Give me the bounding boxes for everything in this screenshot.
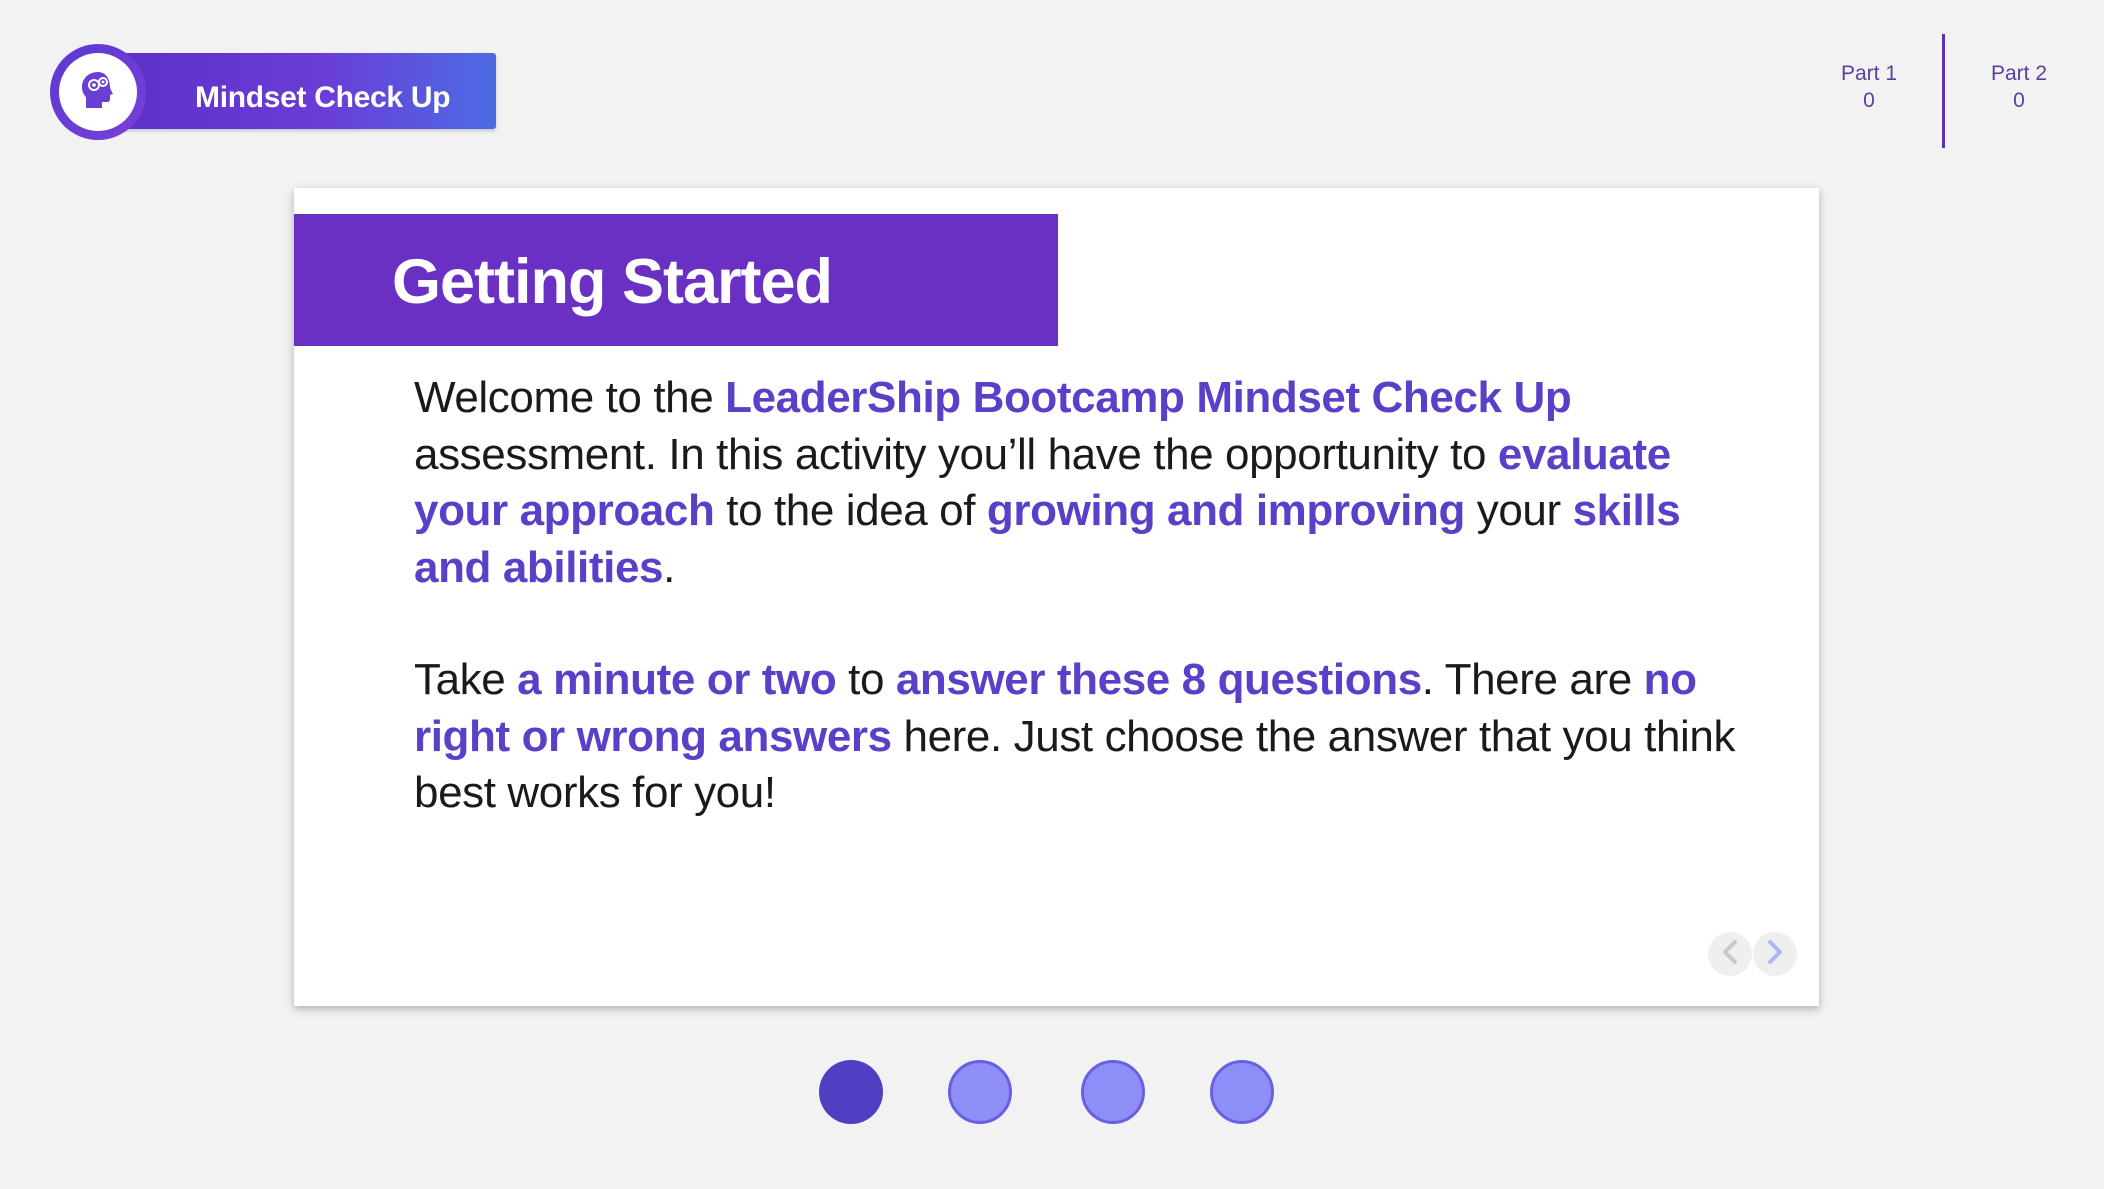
parts-divider [1942, 34, 1945, 148]
part-2-indicator: Part 2 0 [1969, 60, 2069, 114]
body-text: to [836, 655, 896, 704]
highlighted-text: a minute or two [517, 655, 837, 704]
card-title: Getting Started [392, 247, 833, 317]
body-text: your [1464, 486, 1573, 535]
part-2-score: 0 [2013, 89, 2025, 112]
next-button[interactable] [1753, 932, 1797, 976]
instructions-paragraph: Take a minute or two to answer these 8 q… [414, 652, 1744, 822]
part-2-label: Part 2 [1990, 62, 2048, 85]
card-body: Welcome to the LeaderShip Bootcamp Minds… [414, 370, 1744, 822]
badge-bar: Mindset Check Up [100, 53, 496, 129]
prev-button[interactable] [1708, 932, 1752, 976]
page-dot-4[interactable] [1210, 1060, 1274, 1124]
body-text: assessment. In this activity you’ll have… [414, 429, 1498, 479]
part-1-indicator: Part 1 0 [1819, 60, 1919, 114]
body-text: to the idea of [714, 486, 987, 535]
body-text: . [663, 542, 675, 592]
page-dot-3[interactable] [1081, 1060, 1145, 1124]
body-text: Welcome to the [414, 373, 726, 422]
card-header: Getting Started [294, 214, 1058, 346]
highlighted-text: answer these 8 questions [895, 655, 1422, 704]
badge-circle [50, 44, 146, 140]
page-dot-1[interactable] [819, 1060, 883, 1124]
intro-card: Getting Started Welcome to the LeaderShi… [294, 188, 1819, 1006]
body-text: Take [414, 655, 518, 704]
highlighted-text: LeaderShip Bootcamp Mindset Check Up [725, 373, 1572, 422]
page-dot-2[interactable] [948, 1060, 1012, 1124]
part-1-score: 0 [1863, 89, 1875, 112]
badge-title: Mindset Check Up [195, 81, 451, 114]
chevron-left-icon [1720, 939, 1740, 970]
intro-paragraph: Welcome to the LeaderShip Bootcamp Minds… [414, 370, 1744, 596]
part-1-label: Part 1 [1840, 62, 1898, 85]
body-text: . There are [1421, 655, 1644, 704]
head-gears-icon [76, 68, 120, 117]
highlighted-text: growing and improving [986, 486, 1465, 535]
chevron-right-icon [1765, 939, 1785, 970]
